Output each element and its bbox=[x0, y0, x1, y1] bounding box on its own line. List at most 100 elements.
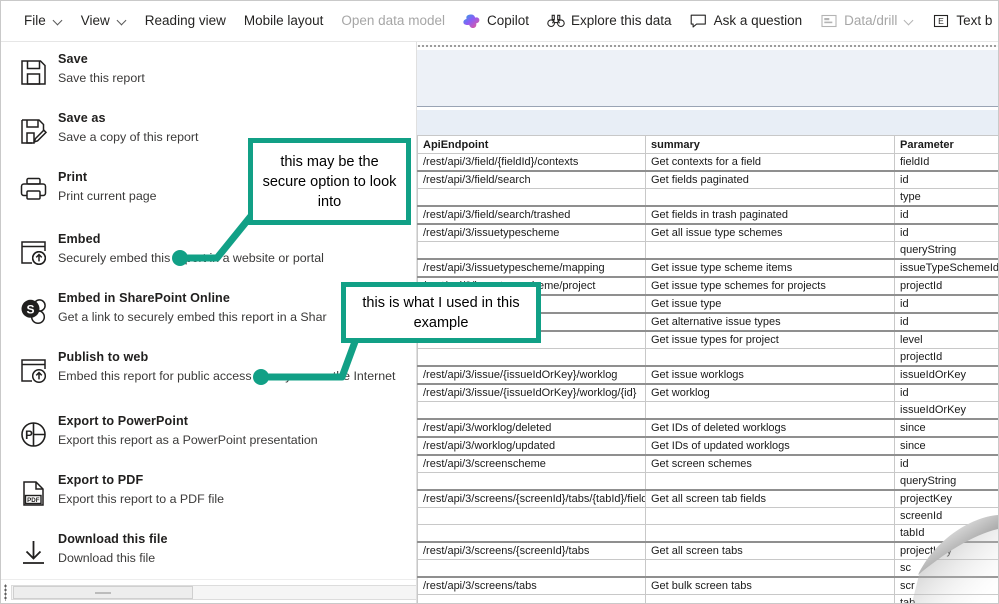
table-row[interactable]: /rest/api/3/issuetypescheme Get all issue… bbox=[417, 223, 998, 242]
table-cell-endpoint bbox=[417, 241, 646, 260]
table-cell-parameter: sc bbox=[894, 559, 998, 578]
callout-note-2: this is what I used in this example bbox=[341, 282, 541, 343]
table-cell-endpoint: /rest/api/3/issue/{issueIdOrKey}/worklog… bbox=[417, 383, 646, 402]
table-cell-summary: Get issue type schemes for projects bbox=[645, 276, 895, 296]
table-cell-parameter: projectId bbox=[894, 276, 998, 296]
horizontal-scrollbar[interactable] bbox=[1, 579, 416, 603]
publish-web-icon bbox=[18, 348, 58, 392]
text-box-icon: E bbox=[932, 12, 950, 30]
save-as-pencil-icon bbox=[18, 109, 58, 153]
file-menu-item-save-text: Save Save this report bbox=[58, 48, 145, 87]
table-cell-endpoint: /rest/api/3/worklog/updated bbox=[417, 436, 646, 456]
chevron-down-icon bbox=[54, 16, 63, 25]
table-cell-parameter: projectKey bbox=[894, 489, 998, 508]
file-menu-item-print-subtitle: Print current page bbox=[58, 189, 157, 203]
table-body: /rest/api/3/field/{fieldId}/contexts Get … bbox=[417, 153, 998, 603]
binoculars-icon bbox=[547, 12, 565, 30]
column-header-parameter[interactable]: Parameter bbox=[894, 135, 998, 154]
table-row[interactable]: tab bbox=[417, 594, 998, 603]
table-cell-summary: Get worklog bbox=[645, 383, 895, 402]
toolbar-item-reading-view[interactable]: Reading view bbox=[136, 6, 235, 36]
file-menu-item-export-powerpoint[interactable]: P Export to PowerPoint Export this repor… bbox=[1, 410, 416, 468]
download-arrow-icon bbox=[18, 530, 58, 574]
table-row[interactable]: issueIdOrKey bbox=[417, 401, 998, 420]
table-row[interactable]: /rest/api/3/field/search Get fields pagin… bbox=[417, 170, 998, 189]
table-cell-summary: Get issue types for project bbox=[645, 330, 895, 349]
table-row[interactable]: /rest/api/3/worklog/updated Get IDs of up… bbox=[417, 436, 998, 456]
table-cell-endpoint: /rest/api/3/issue/{issueIdOrKey}/worklog bbox=[417, 365, 646, 385]
column-header-apiendpoint[interactable]: ApiEndpoint bbox=[417, 135, 646, 154]
file-menu-item-export-pdf[interactable]: PDF Export to PDF Export this report to … bbox=[1, 469, 416, 527]
table-row[interactable]: sc bbox=[417, 559, 998, 578]
toolbar-item-ask-a-question[interactable]: Ask a question bbox=[681, 6, 812, 36]
table-row[interactable]: queryString bbox=[417, 241, 998, 260]
table-cell-parameter: id bbox=[894, 312, 998, 332]
toolbar-item-copilot-label: Copilot bbox=[486, 13, 529, 29]
table-row[interactable]: /rest/api/3/field/{fieldId}/contexts Get … bbox=[417, 153, 998, 172]
toolbar-item-mobile-layout-label: Mobile layout bbox=[243, 13, 324, 29]
table-cell-endpoint: /rest/api/3/field/{fieldId}/contexts bbox=[417, 153, 646, 172]
callout-note-2-text: this is what I used in this example bbox=[362, 294, 520, 331]
file-menu-item-embed-sharepoint-subtitle: Get a link to securely embed this report… bbox=[58, 310, 327, 324]
table-row[interactable]: /rest/api/3/issue/{issueIdOrKey}/worklog… bbox=[417, 365, 998, 385]
toolbar-item-open-data-model[interactable]: Open data model bbox=[332, 6, 454, 36]
file-menu-item-save[interactable]: Save Save this report bbox=[1, 48, 416, 106]
toolbar-item-file[interactable]: File bbox=[15, 6, 72, 36]
table-row[interactable]: /rest/api/3/screens/tabs Get bulk screen … bbox=[417, 576, 998, 595]
table-cell-parameter: projectId bbox=[894, 348, 998, 367]
table-cell-summary bbox=[645, 348, 895, 367]
table-cell-parameter: queryString bbox=[894, 241, 998, 260]
visual-header-area bbox=[417, 50, 998, 107]
toolbar-item-copilot[interactable]: Copilot bbox=[454, 6, 538, 36]
table-row[interactable]: /rest/api/3/worklog/deleted Get IDs of de… bbox=[417, 418, 998, 438]
table-row[interactable]: /rest/api/3/issue/{issueIdOrKey}/worklog… bbox=[417, 383, 998, 402]
table-cell-endpoint: /rest/api/3/issuetypescheme/mapping bbox=[417, 258, 646, 278]
file-menu-item-download-file-title: Download this file bbox=[58, 532, 168, 546]
table-cell-endpoint: /rest/api/3/screens/tabs bbox=[417, 576, 646, 595]
table-cell-endpoint bbox=[417, 507, 646, 525]
file-menu-item-download-file-text: Download this file Download this file bbox=[58, 528, 168, 567]
table-cell-parameter: id bbox=[894, 454, 998, 473]
table-cell-parameter: id bbox=[894, 170, 998, 189]
table-row[interactable]: type bbox=[417, 188, 998, 207]
table-cell-summary: Get fields in trash paginated bbox=[645, 205, 895, 225]
toolbar-item-ask-a-question-label: Ask a question bbox=[713, 13, 803, 29]
toolbar-item-explore-this-data[interactable]: Explore this data bbox=[538, 6, 681, 36]
table-cell-parameter: id bbox=[894, 223, 998, 242]
table-row[interactable]: /rest/api/3/issuetypescheme/mapping Get i… bbox=[417, 258, 998, 278]
table-row[interactable]: queryString bbox=[417, 472, 998, 491]
file-menu-item-save-as-subtitle: Save a copy of this report bbox=[58, 130, 199, 144]
column-header-summary[interactable]: summary bbox=[645, 135, 895, 154]
toolbar-item-data-drill-label: Data/drill bbox=[844, 13, 898, 29]
visual-subheader-area bbox=[417, 110, 998, 135]
table-cell-endpoint: /rest/api/3/screens/{screenId}/tabs bbox=[417, 541, 646, 560]
table-cell-parameter: id bbox=[894, 383, 998, 402]
sharepoint-icon: S bbox=[18, 289, 58, 333]
table-row[interactable]: /rest/api/3/screens/{screenId}/tabs Get a… bbox=[417, 541, 998, 560]
table-cell-endpoint bbox=[417, 472, 646, 491]
table-cell-summary bbox=[645, 401, 895, 420]
toolbar-item-text-box[interactable]: E Text b bbox=[923, 6, 998, 36]
table-cell-parameter: fieldId bbox=[894, 153, 998, 172]
table-cell-summary: Get screen schemes bbox=[645, 454, 895, 473]
file-menu-item-export-pdf-subtitle: Export this report to a PDF file bbox=[58, 492, 224, 506]
table-cell-summary bbox=[645, 559, 895, 578]
table-cell-summary: Get issue type scheme items bbox=[645, 258, 895, 278]
table-row[interactable]: /rest/api/3/screenscheme Get screen schem… bbox=[417, 454, 998, 473]
table-row[interactable]: tabId bbox=[417, 524, 998, 543]
toolbar-item-mobile-layout[interactable]: Mobile layout bbox=[235, 6, 333, 36]
table-row[interactable]: /rest/api/3/screens/{screenId}/tabs/{tab… bbox=[417, 489, 998, 508]
table-cell-parameter: projectKey bbox=[894, 541, 998, 560]
table-cell-parameter: screenId bbox=[894, 507, 998, 525]
toolbar-item-data-drill[interactable]: Data/drill bbox=[811, 6, 923, 36]
table-row[interactable]: /rest/api/3/field/search/trashed Get fiel… bbox=[417, 205, 998, 225]
scrollbar-thumb[interactable] bbox=[13, 586, 193, 599]
table-row[interactable]: screenId bbox=[417, 507, 998, 525]
file-menu-item-save-title: Save bbox=[58, 52, 88, 66]
toolbar-item-view[interactable]: View bbox=[72, 6, 136, 36]
table-row[interactable]: projectId bbox=[417, 348, 998, 367]
file-menu-item-download-file[interactable]: Download this file Download this file bbox=[1, 528, 416, 586]
toolbar-item-reading-view-label: Reading view bbox=[144, 13, 226, 29]
file-menu-item-embed-sharepoint-title: Embed in SharePoint Online bbox=[58, 291, 230, 305]
toolbar-item-text-box-label: Text b bbox=[956, 13, 993, 29]
